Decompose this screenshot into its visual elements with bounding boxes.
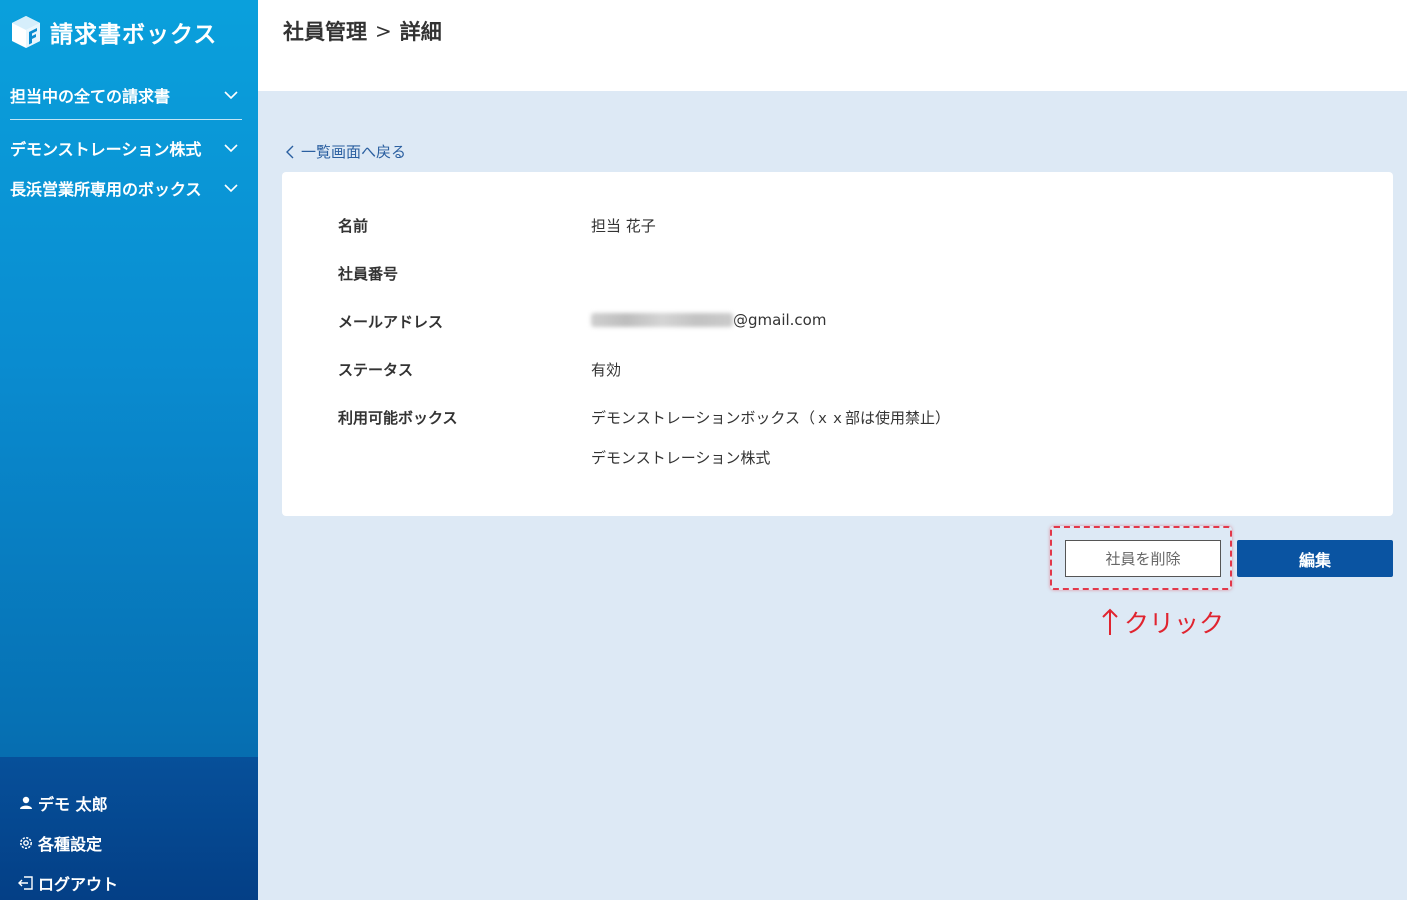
available-box-item: デモンストレーションボックス（ｘｘ部は使用禁止） (591, 409, 950, 427)
chevron-down-icon (224, 184, 238, 193)
logout-icon (18, 876, 33, 890)
arrow-up-icon (1102, 608, 1118, 635)
app-logo[interactable]: 請求書ボックス (10, 14, 217, 50)
box-logo-icon (12, 16, 40, 48)
available-box-item: デモンストレーション株式 (591, 449, 771, 467)
employee-detail-card: 名前 担当 花子 社員番号 メールアドレス @gmail.com ステータス 有… (282, 172, 1393, 516)
sidebar-item-all-invoices[interactable]: 担当中の全ての請求書 (10, 79, 242, 111)
click-annotation: クリック (1100, 604, 1224, 640)
settings-link[interactable]: 各種設定 (18, 831, 102, 855)
user-menu[interactable]: デモ 太郎 (18, 791, 108, 815)
gear-icon (20, 837, 32, 849)
breadcrumb-separator: > (375, 19, 392, 43)
page-header: 社員管理 > 詳細 (258, 0, 1407, 91)
edit-button[interactable]: 編集 (1237, 540, 1393, 577)
redacted-email-user (591, 313, 733, 327)
app-name: 請求書ボックス (50, 22, 218, 48)
sidebar-item-demo-company[interactable]: デモンストレーション株式 (10, 132, 242, 164)
email-label: メールアドレス (338, 313, 444, 331)
settings-label: 各種設定 (38, 835, 103, 854)
logout-link[interactable]: ログアウト (18, 871, 118, 895)
sidebar-item-label: 担当中の全ての請求書 (10, 87, 171, 106)
breadcrumb-parent[interactable]: 社員管理 (283, 16, 367, 46)
logout-label: ログアウト (38, 875, 119, 894)
breadcrumb-current: 詳細 (399, 20, 442, 44)
status-label: ステータス (338, 361, 414, 379)
click-annotation-text: クリック (1124, 609, 1225, 638)
chevron-down-icon (224, 91, 238, 100)
name-value: 担当 花子 (591, 217, 656, 235)
sidebar-item-label: デモンストレーション株式 (10, 140, 202, 159)
email-value: @gmail.com (591, 311, 826, 329)
name-label: 名前 (338, 217, 369, 235)
sidebar: 請求書ボックス 担当中の全ての請求書 デモンストレーション株式 長浜営業所専用の… (0, 0, 258, 900)
sidebar-divider (10, 119, 242, 120)
user-name: デモ 太郎 (38, 795, 108, 814)
email-domain: @gmail.com (733, 311, 827, 329)
available-boxes-label: 利用可能ボックス (338, 409, 458, 427)
back-to-list-link[interactable]: 一覧画面へ戻る (284, 141, 406, 162)
user-icon (20, 796, 32, 809)
highlight-box (1050, 526, 1232, 590)
employee-number-label: 社員番号 (338, 265, 399, 283)
sidebar-item-label: 長浜営業所専用のボックス (10, 180, 202, 199)
breadcrumb: 社員管理 > 詳細 (283, 16, 442, 46)
chevron-left-icon (286, 145, 294, 158)
sidebar-item-nagahama-box[interactable]: 長浜営業所専用のボックス (10, 172, 242, 204)
back-link-label: 一覧画面へ戻る (301, 143, 407, 161)
sidebar-footer: デモ 太郎 各種設定 ログアウト (0, 757, 258, 900)
chevron-down-icon (224, 144, 238, 153)
status-value: 有効 (591, 361, 622, 379)
